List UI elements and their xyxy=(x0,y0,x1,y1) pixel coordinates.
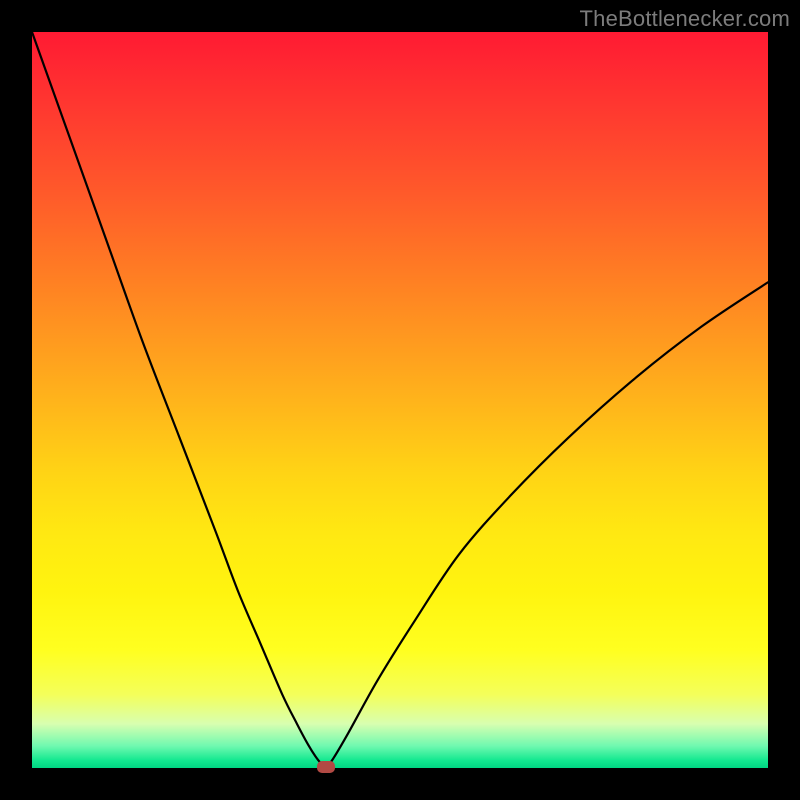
bottleneck-curve xyxy=(32,32,768,768)
watermark-text: TheBottlenecker.com xyxy=(580,6,790,32)
plot-area xyxy=(32,32,768,768)
chart-frame: TheBottlenecker.com xyxy=(0,0,800,800)
optimal-point-marker xyxy=(317,761,335,773)
bottleneck-curve-path xyxy=(32,32,768,767)
